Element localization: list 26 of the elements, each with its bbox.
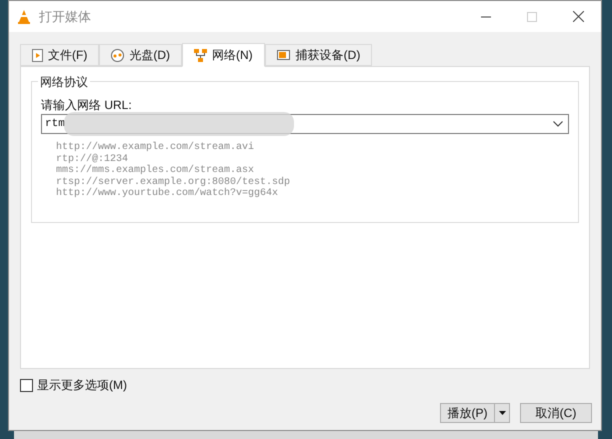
example-url: mms://mms.examples.com/stream.asx [56,165,254,176]
capture-card-icon [276,49,291,61]
close-icon [572,11,584,22]
group-title: 网络协议 [38,73,90,91]
maximize-icon [527,12,537,22]
caret-icon [498,411,506,415]
play-button[interactable]: 播放(P) [441,404,495,422]
example-url: rtsp://server.example.org:8080/test.sdp [56,176,290,188]
traffic-cone-icon [17,8,31,24]
url-combobox[interactable]: rtm [41,114,569,134]
tab[interactable]: 文件(F) [20,44,100,66]
tab[interactable]: 捕获设备(D) [264,44,372,66]
checkbox[interactable] [20,378,33,392]
disc-icon [111,48,124,62]
tab[interactable]: 网络(N) [182,43,265,67]
file-icon [32,48,43,62]
network-icon [194,48,207,62]
example-url: http://www.yourtube.com/watch?v=gg64x [56,188,278,200]
example-url: http://www.example.com/stream.avi [56,142,254,154]
window-title: 打开媒体 [39,8,91,26]
tab[interactable]: 光盘(D) [99,44,182,66]
checkbox-label[interactable]: 显示更多选项(M) [37,376,127,394]
url-label: 请输入网络 URL: [41,97,132,114]
chevron-down-icon [553,121,563,127]
cancel-button[interactable]: 取消(C) [520,403,592,423]
example-url: rtp://@:1234 [56,154,128,165]
